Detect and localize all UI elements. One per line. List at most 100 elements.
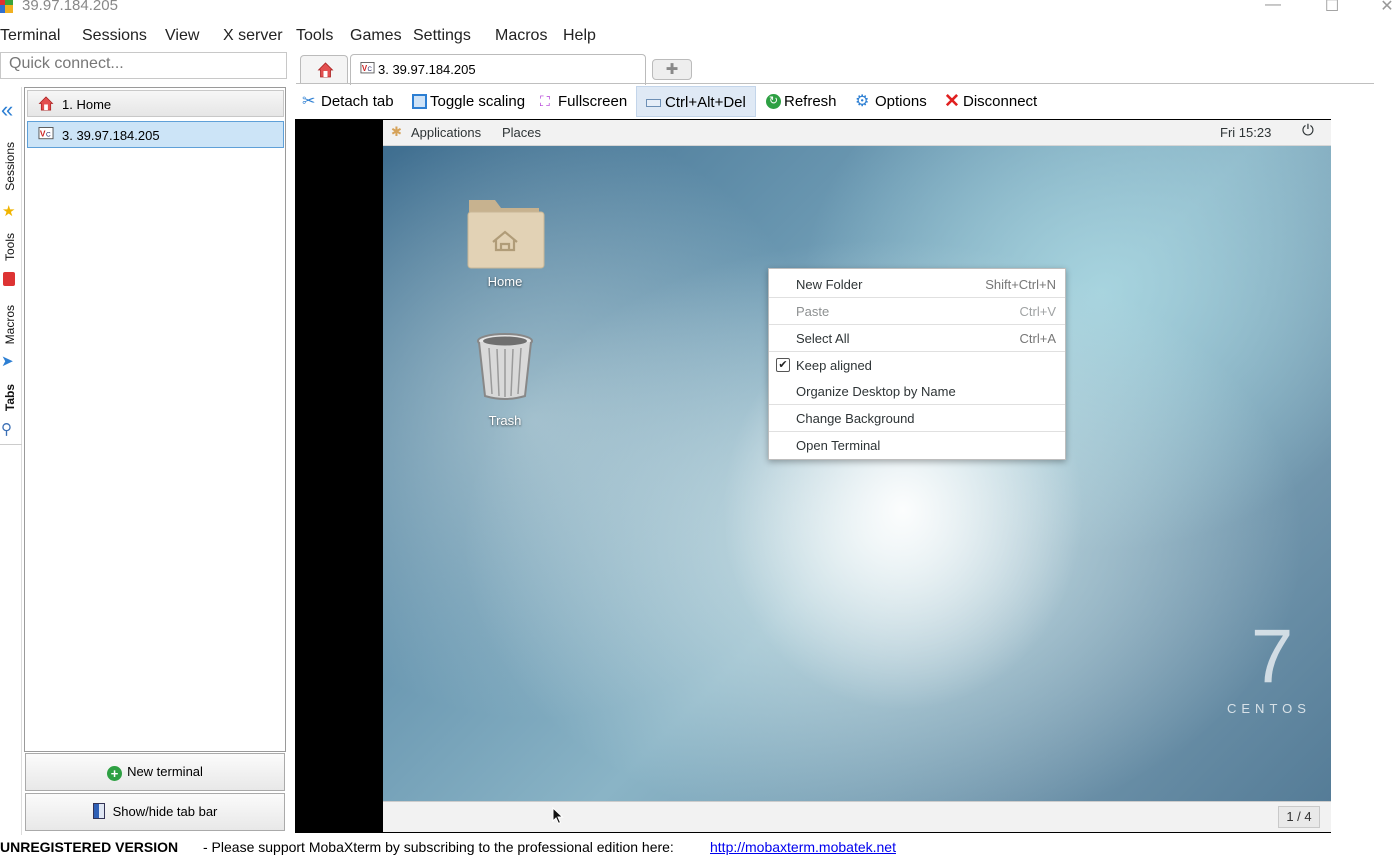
session-item-vnc[interactable]: VC 3. 39.97.184.205 — [27, 121, 284, 148]
detach-tab-label: Detach tab — [321, 93, 394, 110]
minimize-button[interactable]: — — [1258, 0, 1288, 16]
refresh-button[interactable]: ↻ Refresh — [764, 86, 837, 117]
fullscreen-label: Fullscreen — [558, 93, 628, 110]
menu-item-paste[interactable]: Paste Ctrl+V — [769, 297, 1065, 324]
support-message: - Please support MobaXterm by subscribin… — [203, 839, 674, 855]
desktop-icon-home[interactable]: Home — [455, 190, 555, 300]
ctrl-alt-del-button[interactable]: Ctrl+Alt+Del — [636, 86, 756, 117]
fullscreen-button[interactable]: ⛶ Fullscreen — [538, 86, 627, 117]
menu-x-server[interactable]: X server — [223, 27, 283, 45]
menu-item-open-terminal[interactable]: Open Terminal — [769, 431, 1065, 458]
rail-tab-tools[interactable]: Tools — [3, 233, 17, 261]
folder-home-icon — [467, 200, 545, 269]
refresh-icon: ↻ — [766, 94, 781, 109]
new-folder-label: New Folder — [796, 277, 863, 292]
rail-tab-sessions[interactable]: Sessions — [3, 142, 17, 191]
keep-aligned-label: Keep aligned — [796, 358, 872, 373]
options-button[interactable]: ⚙ Options — [855, 86, 927, 117]
tab-bar-icon — [92, 803, 105, 819]
checkbox-checked-icon[interactable]: ✔ — [776, 358, 790, 372]
centos-desktop[interactable]: ✱ Applications Places Fri 15:23 ⏻ Home T… — [383, 120, 1331, 801]
menu-macros[interactable]: Macros — [495, 27, 547, 45]
toggle-scaling-label: Toggle scaling — [430, 93, 526, 110]
status-bar: UNREGISTERED VERSION - Please support Mo… — [0, 838, 1395, 855]
menu-item-keep-aligned[interactable]: ✔ Keep aligned — [769, 351, 1065, 378]
svg-text:C: C — [368, 66, 373, 73]
tab-home[interactable] — [300, 55, 348, 84]
tab-label: 3. 39.97.184.205 — [378, 62, 476, 77]
ctrl-alt-del-label: Ctrl+Alt+Del — [665, 94, 746, 111]
centos-brand-text: CENTOS — [1227, 701, 1311, 716]
detach-tab-button[interactable]: ✂ Detach tab — [301, 86, 394, 117]
power-icon[interactable]: ⏻ — [1302, 122, 1314, 139]
vnc-toolbar: ✂ Detach tab Toggle scaling ⛶ Fullscreen C… — [296, 86, 1395, 117]
tab-session-vnc[interactable]: VC 3. 39.97.184.205 — [350, 54, 646, 85]
vnc-icon: VC — [360, 62, 375, 74]
workspace-switcher[interactable]: 1 / 4 — [1278, 806, 1320, 828]
open-terminal-label: Open Terminal — [796, 438, 881, 453]
scissors-icon: ✂ — [302, 93, 316, 110]
gnome-top-bar: ✱ Applications Places Fri 15:23 ⏻ — [383, 120, 1331, 146]
show-hide-tab-bar-label: Show/hide tab bar — [112, 804, 218, 819]
places-menu[interactable]: Places — [502, 125, 541, 140]
menu-item-select-all[interactable]: Select All Ctrl+A — [769, 324, 1065, 351]
plus-circle-icon: + — [107, 766, 123, 781]
menu-item-organize-desktop[interactable]: Organize Desktop by Name — [769, 377, 1065, 404]
desktop-context-menu: New Folder Shift+Ctrl+N Paste Ctrl+V Sel… — [768, 268, 1066, 460]
menu-view[interactable]: View — [165, 27, 199, 45]
close-button[interactable]: ✕ — [1372, 0, 1395, 16]
menu-tools[interactable]: Tools — [296, 27, 333, 45]
keyboard-icon — [646, 99, 661, 107]
unregistered-label: UNREGISTERED VERSION — [0, 839, 179, 855]
show-hide-tab-bar-button[interactable]: Show/hide tab bar — [25, 793, 285, 831]
fullscreen-icon: ⛶ — [540, 93, 550, 109]
home-icon — [38, 96, 54, 111]
mouse-cursor-icon — [552, 807, 564, 825]
mobatek-link[interactable]: http://mobaxterm.mobatek.net — [710, 839, 896, 855]
centos-version-number: 7 — [1251, 614, 1294, 699]
rail-tab-tabs[interactable]: Tabs — [3, 384, 17, 411]
menu-sessions[interactable]: Sessions — [82, 27, 147, 45]
menu-terminal[interactable]: Terminal — [0, 27, 60, 45]
centos-logo: 7 CENTOS — [1227, 614, 1328, 725]
mobaxterm-logo-icon — [0, 0, 13, 13]
menu-item-change-background[interactable]: Change Background — [769, 404, 1065, 431]
gnome-foot-icon: ✱ — [391, 124, 402, 139]
star-icon: ★ — [2, 203, 16, 220]
session-item-home[interactable]: 1. Home — [27, 90, 284, 117]
menu-item-new-folder[interactable]: New Folder Shift+Ctrl+N — [769, 270, 1065, 297]
rail-tab-macros[interactable]: Macros — [3, 305, 17, 344]
select-all-label: Select All — [796, 331, 850, 346]
paste-label: Paste — [796, 304, 830, 319]
new-terminal-label: New terminal — [127, 764, 203, 779]
options-label: Options — [875, 93, 927, 110]
disconnect-label: Disconnect — [963, 93, 1038, 110]
new-tab-button[interactable]: ✚ — [652, 59, 692, 80]
desktop-icon-trash[interactable]: Trash — [455, 332, 555, 442]
monitor-icon — [412, 94, 427, 109]
paper-plane-icon: ➤ — [1, 353, 14, 370]
home-icon — [317, 62, 334, 78]
side-rail: « Sessions ★ Tools Macros ➤ Tabs ⚲ — [0, 87, 22, 835]
new-terminal-button[interactable]: + New terminal — [25, 753, 285, 791]
menu-games[interactable]: Games — [350, 27, 402, 45]
refresh-label: Refresh — [784, 93, 837, 110]
home-icon-label: Home — [487, 274, 523, 289]
paste-shortcut: Ctrl+V — [1019, 304, 1056, 319]
gears-icon: ⚙ — [855, 93, 870, 110]
maximize-button[interactable]: ☐ — [1317, 0, 1347, 16]
rail-divider — [0, 444, 22, 445]
tab-divider — [296, 83, 1374, 84]
quick-connect-input[interactable]: Quick connect... — [0, 52, 287, 79]
clock[interactable]: Fri 15:23 — [1220, 125, 1271, 140]
menu-bar: Terminal Sessions View X server Tools Ga… — [0, 24, 1395, 50]
applications-menu[interactable]: Applications — [411, 125, 481, 140]
menu-help[interactable]: Help — [563, 27, 596, 45]
disconnect-button[interactable]: ✕ Disconnect — [943, 86, 1037, 117]
session-label: 3. 39.97.184.205 — [62, 128, 160, 143]
toggle-scaling-button[interactable]: Toggle scaling — [410, 86, 525, 117]
tools-icon — [3, 272, 15, 286]
collapse-chevron-icon[interactable]: « — [1, 99, 13, 121]
change-background-label: Change Background — [796, 411, 915, 426]
menu-settings[interactable]: Settings — [413, 27, 471, 45]
